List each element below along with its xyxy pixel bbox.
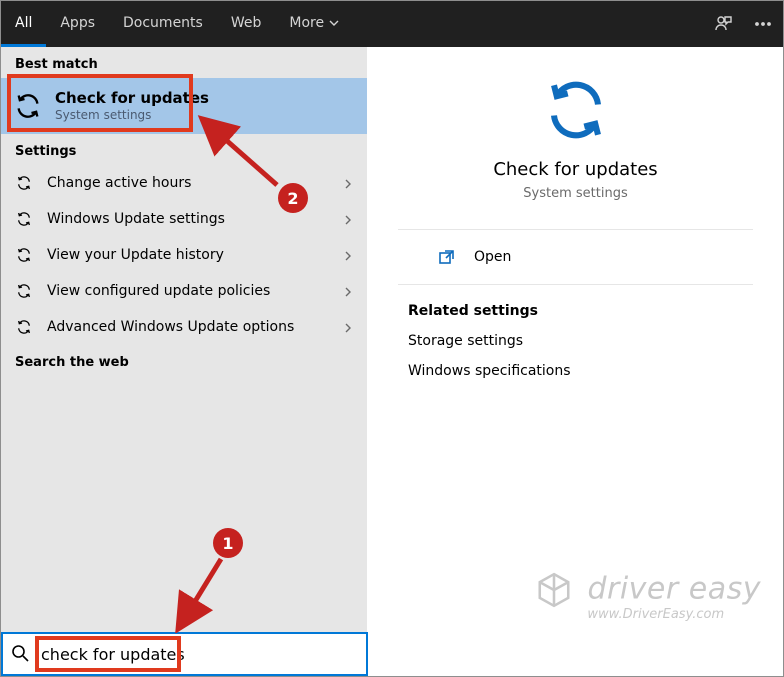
chevron-right-icon	[343, 210, 353, 229]
search-web-label: Search the web	[1, 345, 367, 376]
feedback-icon[interactable]	[703, 1, 743, 47]
best-match-subtitle: System settings	[55, 108, 209, 122]
search-bar[interactable]	[1, 632, 368, 676]
related-settings-label: Related settings	[408, 303, 743, 319]
preview-subtitle: System settings	[523, 186, 627, 201]
chevron-right-icon	[343, 246, 353, 265]
chevron-right-icon	[343, 174, 353, 193]
related-link[interactable]: Windows specifications	[408, 363, 743, 379]
sync-icon	[15, 318, 33, 336]
tab-more-label: More	[289, 15, 324, 31]
search-input[interactable]	[41, 645, 358, 664]
sync-icon	[13, 91, 43, 121]
sync-icon	[15, 174, 33, 192]
sync-large-icon	[543, 77, 609, 143]
settings-row-label: Advanced Windows Update options	[47, 319, 343, 335]
chevron-right-icon	[343, 282, 353, 301]
best-match-result[interactable]: Check for updates System settings	[1, 78, 367, 134]
settings-result-row[interactable]: View your Update history	[1, 237, 367, 273]
related-link[interactable]: Storage settings	[408, 333, 743, 349]
settings-result-row[interactable]: Advanced Windows Update options	[1, 309, 367, 345]
preview-title: Check for updates	[493, 159, 657, 180]
open-icon	[438, 248, 456, 266]
sync-icon	[15, 210, 33, 228]
settings-section-label: Settings	[1, 134, 367, 165]
settings-result-row[interactable]: View configured update policies	[1, 273, 367, 309]
tab-web[interactable]: Web	[217, 1, 276, 47]
settings-row-label: View configured update policies	[47, 283, 343, 299]
chevron-down-icon	[329, 18, 339, 28]
search-tabs: All Apps Documents Web More	[1, 1, 783, 47]
sync-icon	[15, 282, 33, 300]
tab-documents[interactable]: Documents	[109, 1, 217, 47]
more-options-icon[interactable]	[743, 1, 783, 47]
open-label: Open	[474, 249, 511, 265]
settings-row-label: Windows Update settings	[47, 211, 343, 227]
settings-result-row[interactable]: Windows Update settings	[1, 201, 367, 237]
chevron-right-icon	[343, 318, 353, 337]
search-icon	[11, 644, 31, 664]
tab-all[interactable]: All	[1, 1, 46, 47]
preview-open-action[interactable]: Open	[398, 230, 753, 285]
tab-more[interactable]: More	[275, 1, 353, 47]
settings-row-label: View your Update history	[47, 247, 343, 263]
tab-apps[interactable]: Apps	[46, 1, 109, 47]
best-match-label: Best match	[1, 47, 367, 78]
sync-icon	[15, 246, 33, 264]
settings-result-row[interactable]: Change active hours	[1, 165, 367, 201]
best-match-title: Check for updates	[55, 89, 209, 108]
results-pane: Best match Check for updates System sett…	[1, 47, 368, 634]
preview-pane: Check for updates System settings Open R…	[368, 47, 783, 634]
settings-row-label: Change active hours	[47, 175, 343, 191]
